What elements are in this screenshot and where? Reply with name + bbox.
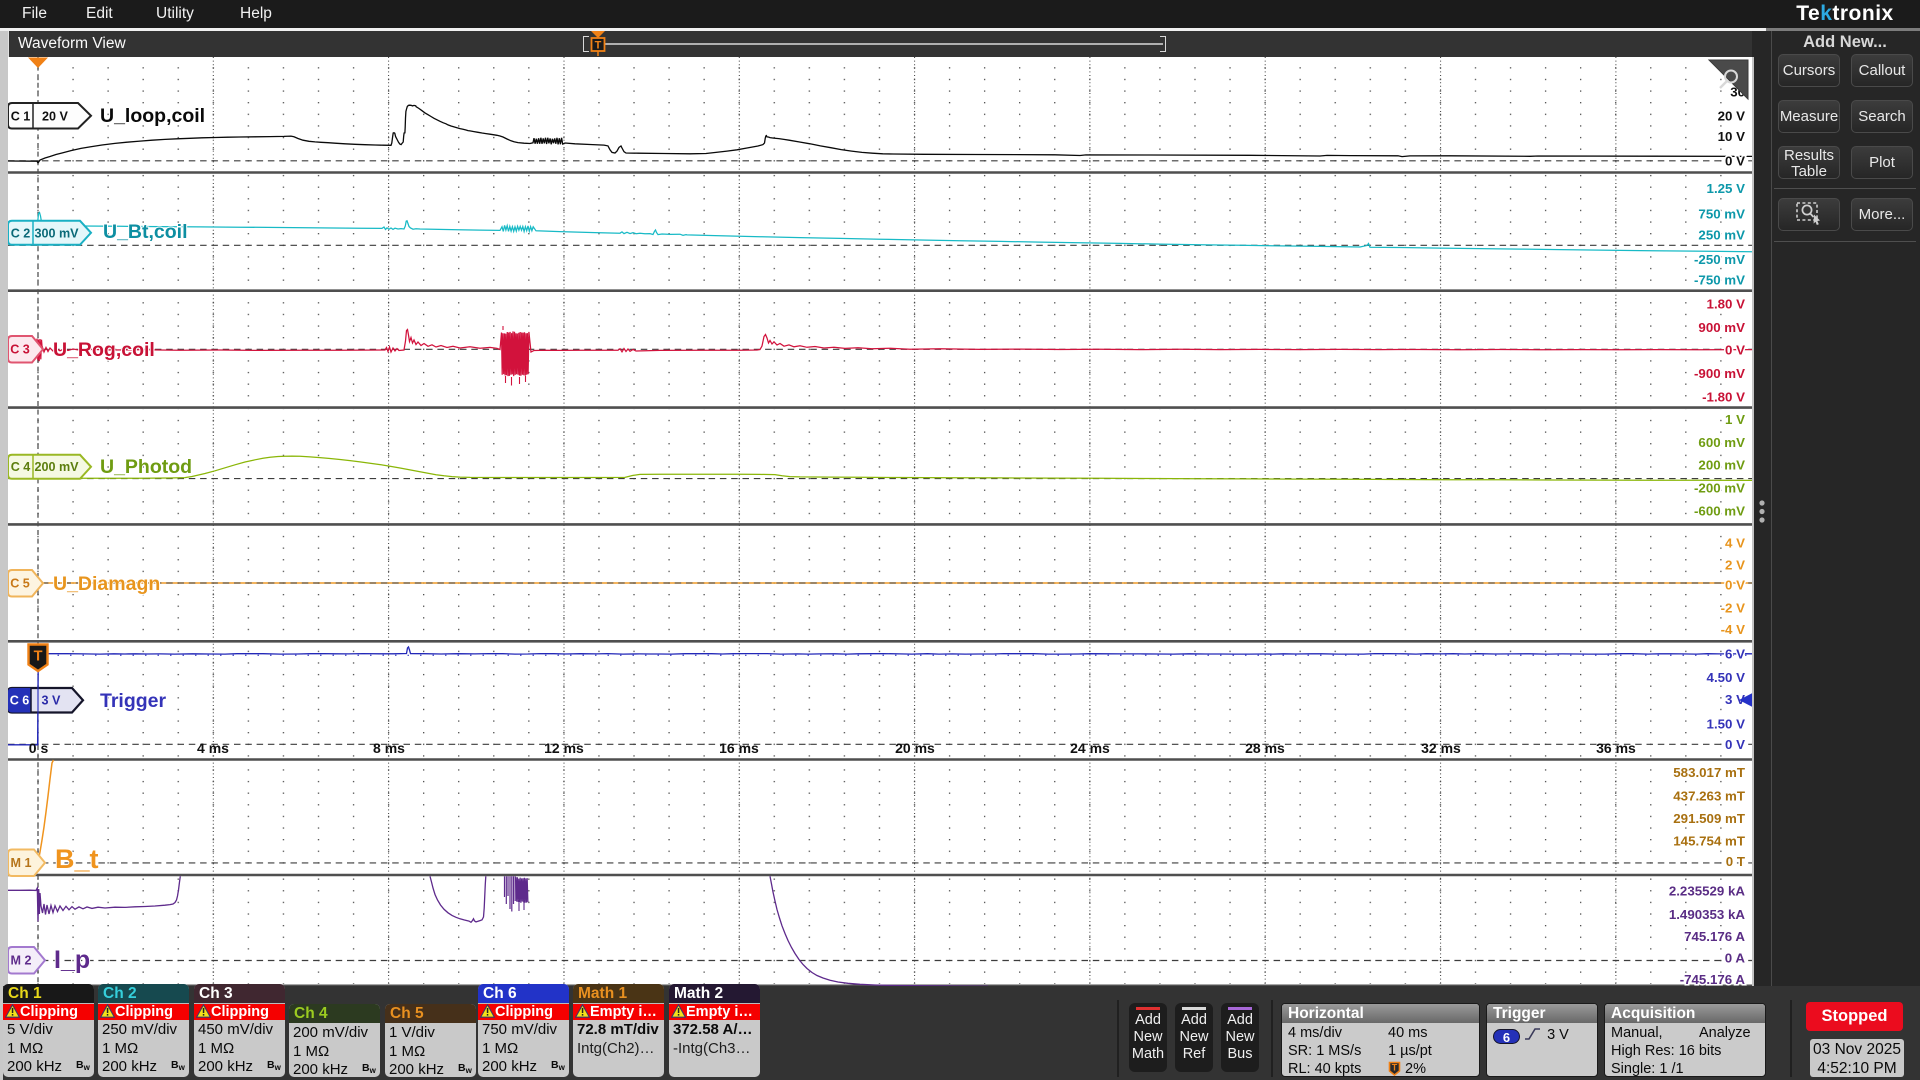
svg-text:745.176 A: 745.176 A (1684, 929, 1745, 944)
svg-text:-1.80 V: -1.80 V (1702, 389, 1745, 404)
svg-text:-600 mV: -600 mV (1694, 504, 1745, 519)
svg-text:I_p: I_p (54, 946, 90, 974)
svg-text:C 6: C 6 (10, 694, 30, 708)
svg-text:8 ms: 8 ms (373, 740, 405, 756)
svg-text:-200 mV: -200 mV (1694, 481, 1745, 496)
svg-text:-745.176 A: -745.176 A (1680, 972, 1746, 986)
svg-text:28 ms: 28 ms (1245, 740, 1285, 756)
svg-text:20 ms: 20 ms (895, 740, 935, 756)
svg-text:-2 V: -2 V (1721, 600, 1746, 615)
svg-text:C 2: C 2 (11, 226, 31, 240)
svg-text:-750 mV: -750 mV (1694, 273, 1745, 288)
svg-text:200 mV: 200 mV (34, 460, 79, 474)
svg-text:16 ms: 16 ms (719, 740, 759, 756)
svg-text:12 ms: 12 ms (544, 740, 584, 756)
svg-text:6 V: 6 V (1725, 646, 1745, 661)
svg-text:C 1: C 1 (11, 109, 31, 123)
svg-text:Trigger: Trigger (100, 690, 167, 712)
svg-text:-4 V: -4 V (1721, 622, 1746, 637)
svg-text:T: T (595, 40, 602, 52)
svg-text:U_loop,coil: U_loop,coil (100, 105, 205, 127)
svg-text:36 ms: 36 ms (1596, 740, 1636, 756)
svg-text:10 V: 10 V (1718, 129, 1745, 144)
svg-text:1.80 V: 1.80 V (1707, 297, 1746, 312)
svg-text:3 V: 3 V (42, 694, 62, 708)
svg-text:600 mV: 600 mV (1698, 435, 1745, 450)
svg-text:T: T (34, 649, 43, 665)
svg-text:0 V: 0 V (1725, 578, 1745, 593)
svg-text:0 T: 0 T (1726, 854, 1745, 869)
svg-text:1 V: 1 V (1725, 412, 1745, 427)
svg-text:U_Diamagn: U_Diamagn (53, 573, 160, 595)
svg-text:900 mV: 900 mV (1698, 320, 1745, 335)
svg-text:20 V: 20 V (1718, 109, 1745, 124)
svg-text:C 4: C 4 (11, 460, 31, 474)
svg-text:583.017 mT: 583.017 mT (1673, 765, 1745, 780)
svg-text:C 3: C 3 (10, 343, 30, 357)
svg-text:24 ms: 24 ms (1070, 740, 1110, 756)
svg-text:250 mV: 250 mV (1698, 228, 1745, 243)
svg-text:200 mV: 200 mV (1698, 458, 1745, 473)
svg-text:437.263 mT: 437.263 mT (1673, 788, 1745, 803)
svg-text:1.490353 kA: 1.490353 kA (1669, 907, 1746, 922)
svg-text:0 s: 0 s (29, 740, 49, 756)
svg-text:0 V: 0 V (1725, 737, 1745, 752)
svg-text:M 1: M 1 (11, 856, 32, 870)
svg-text:U_Photod: U_Photod (100, 456, 192, 478)
svg-text:-900 mV: -900 mV (1694, 366, 1745, 381)
svg-text:B_t: B_t (55, 844, 99, 874)
svg-text:4 ms: 4 ms (197, 740, 229, 756)
svg-text:M 2: M 2 (11, 954, 32, 968)
svg-text:U_Bt,coil: U_Bt,coil (103, 221, 188, 243)
svg-text:750 mV: 750 mV (1698, 206, 1745, 221)
svg-text:U_Rog,coil: U_Rog,coil (53, 339, 155, 361)
svg-text:4.50 V: 4.50 V (1707, 670, 1746, 685)
svg-text:0 A: 0 A (1725, 951, 1746, 966)
svg-text:2 V: 2 V (1725, 558, 1745, 573)
svg-text:-250 mV: -250 mV (1694, 252, 1745, 267)
svg-text:0 V: 0 V (1725, 153, 1745, 168)
svg-text:0 V: 0 V (1725, 343, 1745, 358)
svg-text:1.50 V: 1.50 V (1707, 717, 1746, 732)
svg-text:4 V: 4 V (1725, 535, 1745, 550)
svg-text:20 V: 20 V (42, 109, 69, 123)
svg-text:32 ms: 32 ms (1421, 740, 1461, 756)
svg-text:T: T (1392, 1063, 1398, 1073)
svg-text:300 mV: 300 mV (34, 226, 79, 240)
svg-text:2.235529 kA: 2.235529 kA (1669, 884, 1746, 899)
svg-text:C 5: C 5 (10, 577, 30, 591)
svg-text:1.25 V: 1.25 V (1707, 181, 1746, 196)
svg-text:291.509 mT: 291.509 mT (1673, 811, 1745, 826)
svg-text:145.754 mT: 145.754 mT (1673, 834, 1745, 849)
